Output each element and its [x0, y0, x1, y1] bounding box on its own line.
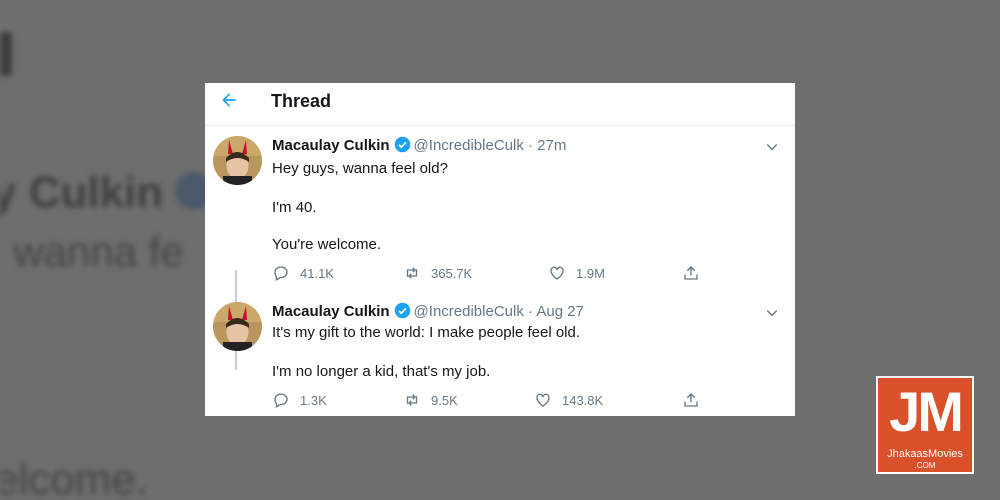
- tweet-text: It's my gift to the world: I make people…: [272, 324, 581, 341]
- separator: ·: [528, 303, 533, 320]
- chevron-down-icon[interactable]: [765, 306, 779, 320]
- background-tweet-text-2: elcome.: [0, 455, 149, 500]
- avatar[interactable]: [213, 302, 262, 351]
- like-button[interactable]: 1.9M: [548, 264, 605, 282]
- watermark-logo: JM JhakaasMovies .COM: [876, 376, 974, 474]
- heart-icon: [536, 393, 550, 407]
- timestamp[interactable]: Aug 27: [536, 303, 584, 320]
- handle[interactable]: @IncredibleCulk: [414, 303, 524, 320]
- watermark-suffix: .COM: [914, 461, 936, 470]
- background-name-text: y Culkin: [0, 168, 164, 217]
- watermark-name: JhakaasMovies: [887, 448, 963, 460]
- verified-badge-icon: [394, 136, 410, 153]
- reply-count: 1.3K: [300, 392, 327, 408]
- reply-icon: [274, 393, 288, 408]
- thread-header: Thread: [205, 83, 795, 126]
- tweet-text: You're welcome.: [272, 236, 382, 253]
- share-icon: [684, 266, 698, 280]
- share-button[interactable]: [682, 391, 710, 409]
- tweet-text: I'm no longer a kid, that's my job.: [272, 363, 491, 380]
- separator: ·: [528, 137, 533, 154]
- share-icon: [684, 393, 698, 407]
- retweet-icon: [406, 394, 418, 406]
- tweet-meta: Macaulay Culkin @IncredibleCulk · 27m: [272, 136, 566, 154]
- page-title: Thread: [271, 91, 332, 111]
- retweet-button[interactable]: 9.5K: [403, 391, 458, 409]
- verified-badge-icon: [394, 302, 410, 319]
- tweet-actions: 41.1K 365.7K 1.9M: [272, 264, 722, 284]
- handle[interactable]: @IncredibleCulk: [414, 137, 524, 154]
- tweet-actions: 1.3K 9.5K 143.8K: [272, 391, 722, 411]
- retweet-button[interactable]: 365.7K: [403, 264, 472, 282]
- thread-card: Thread Macaulay Culkin @IncredibleCulk · …: [205, 83, 795, 416]
- reply-button[interactable]: 1.3K: [272, 391, 327, 409]
- retweet-count: 365.7K: [431, 265, 473, 281]
- like-button[interactable]: 143.8K: [534, 391, 603, 409]
- arrow-left-icon[interactable]: [219, 90, 239, 110]
- tweet-text: I'm 40.: [272, 199, 317, 216]
- display-name[interactable]: Macaulay Culkin: [272, 137, 390, 154]
- heart-icon: [550, 266, 564, 280]
- reply-icon: [274, 266, 288, 281]
- share-button[interactable]: [682, 264, 710, 282]
- watermark-letters: JM: [889, 380, 964, 443]
- tweet-text: Hey guys, wanna feel old?: [272, 160, 448, 177]
- reply-count: 41.1K: [300, 265, 334, 281]
- retweet-count: 9.5K: [431, 392, 458, 408]
- chevron-down-icon[interactable]: [765, 140, 779, 154]
- background-tweet-text: , wanna fe: [0, 228, 184, 275]
- timestamp[interactable]: 27m: [537, 137, 566, 154]
- like-count: 143.8K: [562, 392, 604, 408]
- reply-button[interactable]: 41.1K: [272, 264, 334, 282]
- retweet-icon: [406, 267, 418, 279]
- like-count: 1.9M: [576, 265, 605, 281]
- tweet-meta: Macaulay Culkin @IncredibleCulk · Aug 27: [272, 302, 584, 320]
- background-block: [0, 32, 12, 76]
- avatar[interactable]: [213, 136, 262, 185]
- display-name[interactable]: Macaulay Culkin: [272, 303, 390, 320]
